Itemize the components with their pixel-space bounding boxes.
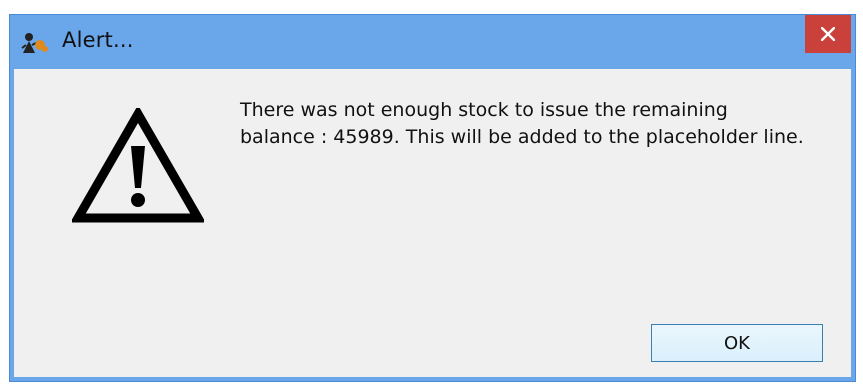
window-title: Alert...: [62, 28, 134, 52]
title-bar[interactable]: Alert...: [10, 15, 855, 69]
alert-message: There was not enough stock to issue the …: [240, 97, 840, 151]
alert-message-line: There was not enough stock to issue the …: [240, 99, 728, 121]
ok-button[interactable]: OK: [651, 324, 823, 362]
close-button[interactable]: [805, 15, 851, 53]
alert-window: Alert... There was not enough stock to i…: [9, 14, 856, 382]
alert-message-line: balance : 45989. This will be added to t…: [240, 126, 804, 148]
app-logo-icon: [21, 33, 48, 53]
warning-icon: [72, 108, 204, 223]
dialog-body: There was not enough stock to issue the …: [14, 69, 851, 377]
close-icon: [821, 27, 835, 41]
